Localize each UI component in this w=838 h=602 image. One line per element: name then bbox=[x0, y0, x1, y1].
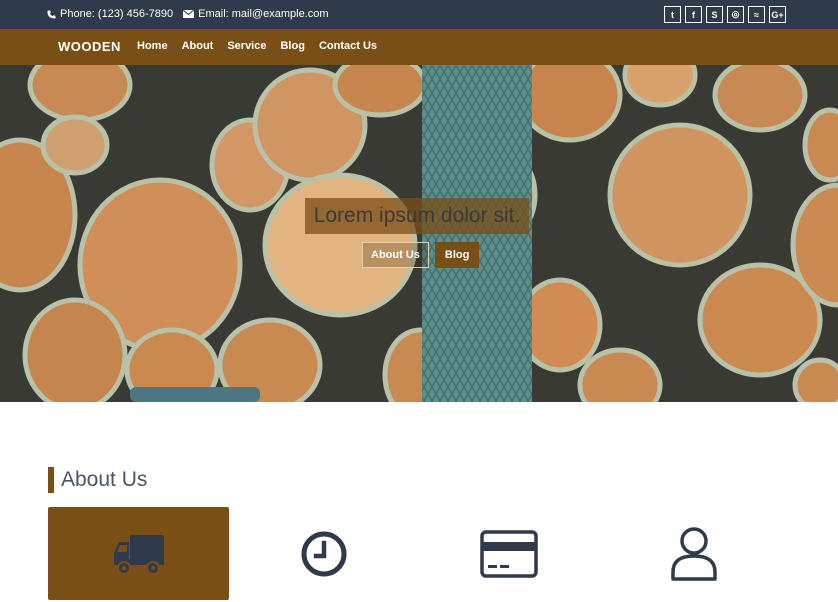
twitter-icon[interactable]: t bbox=[664, 6, 681, 23]
nav-link-about[interactable]: About bbox=[182, 40, 214, 52]
envelope-icon bbox=[183, 10, 195, 18]
top-contact-bar: Phone: (123) 456-7890 Email: mail@exampl… bbox=[0, 0, 838, 29]
feature-card-account[interactable] bbox=[603, 507, 784, 600]
about-heading-text: About Us bbox=[61, 468, 148, 491]
clock-icon bbox=[301, 531, 346, 576]
nav-link-contact-us[interactable]: Contact Us bbox=[319, 40, 377, 52]
feature-card-delivery[interactable] bbox=[48, 507, 229, 600]
hero-blog-button[interactable]: Blog bbox=[434, 242, 480, 268]
rss-icon[interactable]: ≈ bbox=[748, 6, 765, 23]
hero-about-us-button[interactable]: About Us bbox=[362, 242, 429, 268]
nav-link-service[interactable]: Service bbox=[227, 40, 266, 52]
nav-link-blog[interactable]: Blog bbox=[280, 40, 304, 52]
phone-info: Phone: (123) 456-7890 bbox=[47, 8, 173, 20]
feature-card-time[interactable] bbox=[233, 507, 414, 600]
feature-card-payment[interactable] bbox=[418, 507, 599, 600]
nav-link-home[interactable]: Home bbox=[137, 40, 168, 52]
email-info: Email: mail@example.com bbox=[183, 8, 329, 20]
contact-info: Phone: (123) 456-7890 Email: mail@exampl… bbox=[47, 8, 339, 20]
phone-text: Phone: (123) 456-7890 bbox=[60, 8, 174, 20]
google-plus-icon[interactable]: G+ bbox=[769, 6, 786, 23]
main-navbar: WOODEN Home About Service Blog Contact U… bbox=[0, 29, 838, 65]
heading-accent-bar bbox=[48, 467, 54, 493]
brand-logo[interactable]: WOODEN bbox=[58, 39, 121, 54]
about-heading: About Us bbox=[48, 467, 147, 493]
nav-links: Home About Service Blog Contact Us bbox=[137, 40, 391, 52]
user-icon bbox=[670, 526, 717, 581]
hero-buttons: About Us Blog bbox=[362, 242, 480, 268]
dribbble-icon[interactable]: ◎ bbox=[727, 6, 744, 23]
social-links: t f S ◎ ≈ G+ bbox=[660, 6, 786, 23]
hero-banner: Lorem ipsum dolor sit. About Us Blog bbox=[0, 65, 838, 402]
phone-icon bbox=[47, 9, 56, 19]
hero-title: Lorem ipsum dolor sit. bbox=[305, 198, 529, 234]
credit-card-icon bbox=[479, 529, 538, 578]
email-text: Email: mail@example.com bbox=[198, 8, 329, 20]
truck-icon bbox=[113, 534, 164, 575]
skype-icon[interactable]: S bbox=[706, 6, 723, 23]
facebook-icon[interactable]: f bbox=[685, 6, 702, 23]
